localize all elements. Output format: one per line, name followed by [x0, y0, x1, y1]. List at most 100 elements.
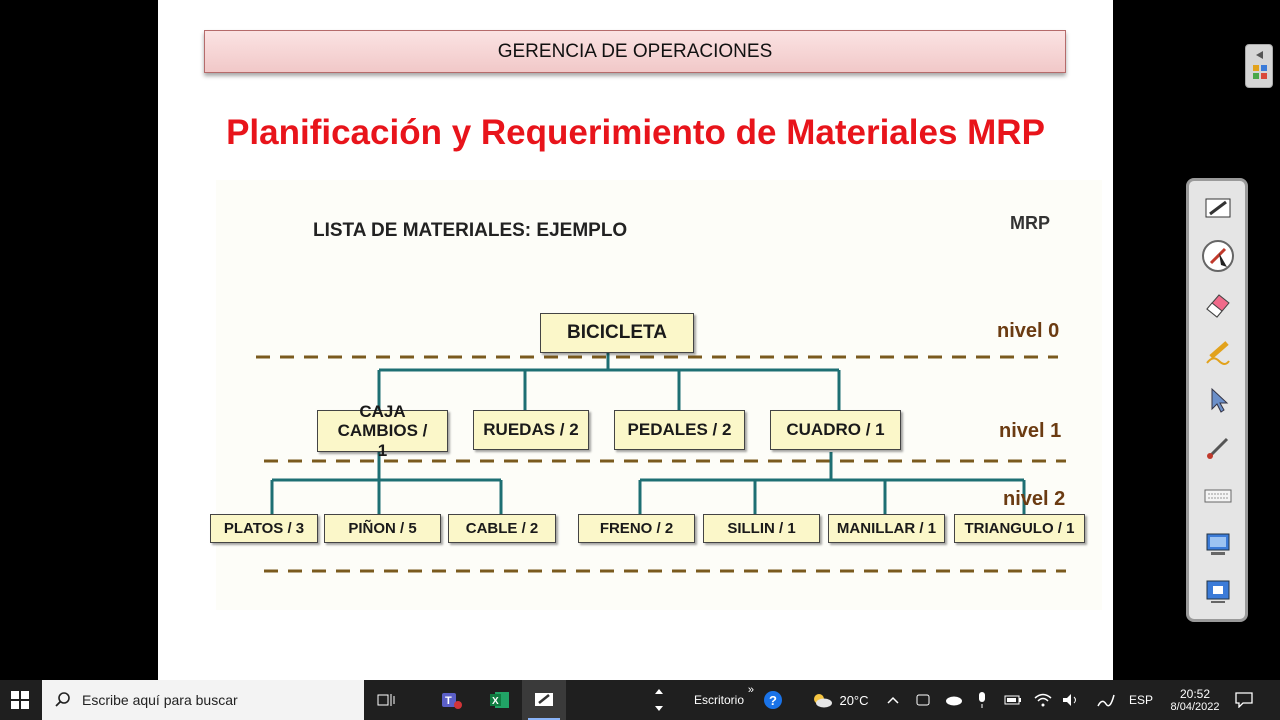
level-label-0: nivel 0: [997, 320, 1060, 342]
annotation-toolbar: [1186, 178, 1248, 622]
whiteboard-button[interactable]: [1201, 575, 1235, 609]
bom-node-root: BICICLETA: [540, 313, 694, 353]
bom-node-label: PIÑON / 5: [348, 519, 417, 537]
whiteboard-icon: [1206, 580, 1230, 603]
level-label-1: nivel 1: [999, 420, 1062, 442]
bom-node-label: PLATOS / 3: [223, 519, 305, 537]
collapse-arrow-icon: [1256, 51, 1263, 59]
screen-capture-button[interactable]: [1201, 527, 1235, 561]
pen-signature-icon: [1097, 694, 1115, 707]
tray-wifi-button[interactable]: [1032, 680, 1054, 720]
start-button[interactable]: [0, 680, 40, 720]
teams-app-button[interactable]: T: [436, 680, 468, 720]
excel-app-button[interactable]: X: [484, 680, 516, 720]
chevron-right-icon: »: [747, 684, 754, 696]
presentation-slide: GERENCIA DE OPERACIONES Planificación y …: [158, 0, 1113, 680]
search-placeholder: Escribe aquí para buscar: [82, 692, 238, 708]
keyboard-button[interactable]: [1201, 479, 1235, 513]
screen: GERENCIA DE OPERACIONES Planificación y …: [0, 0, 1280, 720]
level-label-2: nivel 2: [1003, 488, 1066, 510]
bom-node-level1: CUADRO / 1: [770, 410, 901, 450]
svg-text:?: ?: [769, 693, 777, 708]
bom-node-label: FRENO / 2: [599, 519, 674, 537]
bom-node-label: PEDALES / 2: [627, 420, 732, 440]
scroll-arrows-icon: [655, 689, 663, 711]
screen-capture-icon: [1206, 533, 1230, 555]
cursor-button[interactable]: [1201, 383, 1235, 417]
annotation-app-icon: [535, 693, 553, 706]
laser-pointer-icon: [1202, 240, 1234, 272]
teams-icon: T: [442, 693, 462, 709]
battery-icon: [1004, 695, 1021, 705]
bom-node-level1: PEDALES / 2: [614, 410, 745, 450]
chevron-up-icon: [887, 696, 899, 704]
keyboard-icon: [1204, 489, 1232, 503]
windows-taskbar: Escribe aquí para buscar T X Escritorio …: [0, 680, 1280, 720]
bom-node-level2: PLATOS / 3: [210, 514, 318, 543]
search-icon: [55, 692, 70, 707]
clock[interactable]: 20:52 8/04/2022: [1162, 680, 1228, 720]
laser-pointer-button[interactable]: [1201, 239, 1235, 273]
bom-node-level2: TRIANGULO / 1: [954, 514, 1085, 543]
wifi-icon: [1034, 693, 1052, 707]
task-view-icon: [377, 694, 395, 706]
taskbar-search-box[interactable]: Escribe aquí para buscar: [42, 680, 364, 720]
bom-node-level2: PIÑON / 5: [324, 514, 441, 543]
taskbar-scroll-buttons[interactable]: [652, 680, 666, 720]
bom-node-label: SILLIN / 1: [727, 519, 796, 537]
clock-date: 8/04/2022: [1170, 701, 1220, 713]
meet-icon: [916, 694, 930, 706]
clock-time: 20:52: [1179, 687, 1211, 701]
bom-node-label: CABLE / 2: [465, 519, 539, 537]
bom-node-label: CUADRO / 1: [786, 420, 885, 440]
help-button[interactable]: ?: [760, 680, 786, 720]
bom-node-level2: CABLE / 2: [448, 514, 556, 543]
eraser-icon: [1206, 294, 1230, 318]
highlighter-button[interactable]: [1201, 335, 1235, 369]
bom-node-level1: CAJA CAMBIOS / 1: [317, 402, 448, 460]
pen-icon: [1205, 198, 1231, 218]
bom-node-label: RUEDAS / 2: [483, 420, 579, 440]
tray-pen-button[interactable]: [1094, 680, 1118, 720]
tray-microphone-button[interactable]: [972, 680, 992, 720]
eraser-button[interactable]: [1201, 287, 1235, 321]
toolbar-collapse-tab[interactable]: [1245, 44, 1273, 88]
bom-node-level1: RUEDAS / 2: [473, 410, 589, 450]
cloud-icon: [946, 696, 962, 706]
bom-node-level2: SILLIN / 1: [703, 514, 820, 543]
brush-icon: [1207, 437, 1229, 459]
tray-volume-button[interactable]: [1060, 680, 1082, 720]
bom-node-label: BICICLETA: [567, 322, 667, 344]
tray-battery-button[interactable]: [1002, 680, 1024, 720]
bom-node-level2: FRENO / 2: [578, 514, 695, 543]
desktop-toolbar[interactable]: Escritorio »: [684, 680, 754, 720]
tray-meet-button[interactable]: [912, 680, 934, 720]
excel-icon: X: [490, 692, 509, 708]
cursor-icon: [1211, 387, 1229, 413]
weather-cloud-icon: [814, 694, 833, 708]
windows-logo-icon: [11, 691, 29, 709]
show-hidden-icons-button[interactable]: [884, 680, 902, 720]
language-text: ESP: [1128, 693, 1153, 707]
brush-button[interactable]: [1201, 431, 1235, 465]
tray-onedrive-button[interactable]: [942, 680, 966, 720]
bom-node-label: MANILLAR / 1: [836, 519, 937, 537]
notifications-button[interactable]: [1232, 680, 1256, 720]
annotation-app-button[interactable]: [522, 680, 566, 720]
highlighter-icon: [1206, 341, 1230, 365]
help-icon: ?: [764, 691, 782, 709]
svg-text:T: T: [445, 695, 452, 707]
task-view-button[interactable]: [372, 680, 400, 720]
bom-node-label: TRIANGULO / 1: [964, 519, 1075, 537]
notification-icon: [1235, 692, 1253, 708]
temperature-text: 20°C: [839, 692, 869, 708]
pen-tool-button[interactable]: [1201, 191, 1235, 225]
bom-node-level2: MANILLAR / 1: [828, 514, 945, 543]
volume-icon: [1063, 694, 1076, 706]
language-indicator[interactable]: ESP: [1126, 680, 1156, 720]
weather-widget[interactable]: 20°C: [806, 680, 874, 720]
desktop-label: Escritorio: [693, 693, 744, 707]
microphone-icon: [979, 692, 985, 708]
svg-text:X: X: [492, 696, 499, 707]
bom-node-label: CAJA CAMBIOS / 1: [337, 401, 428, 460]
